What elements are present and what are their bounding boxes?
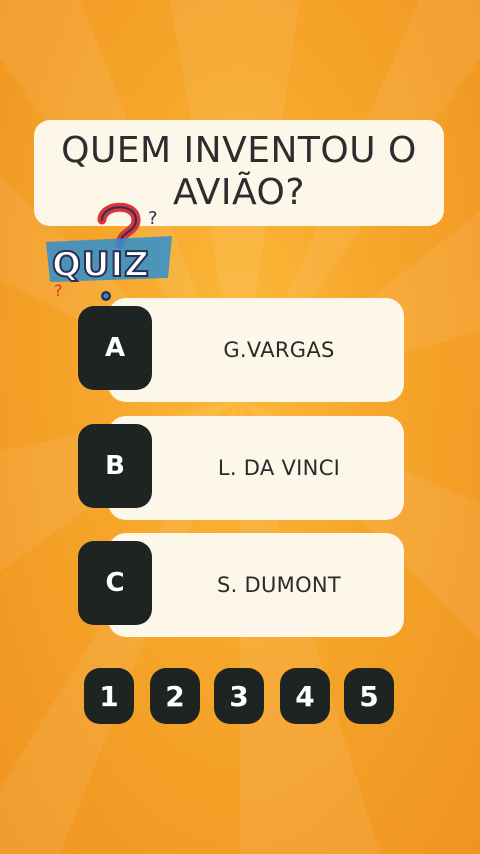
answer-option-a[interactable]: A G.VARGAS: [78, 298, 404, 402]
answer-letter-badge: B: [78, 424, 152, 508]
question-number-3[interactable]: 3: [214, 668, 264, 724]
answer-text: S. DUMONT: [216, 573, 342, 597]
answer-text: G.VARGAS: [223, 338, 335, 362]
quiz-logo-text: QUIZ: [52, 245, 150, 285]
quiz-logo: ? ? QUIZ: [46, 202, 172, 301]
answer-option-c[interactable]: C S. DUMONT: [78, 533, 404, 637]
question-number-4[interactable]: 4: [280, 668, 330, 724]
question-number-2[interactable]: 2: [150, 668, 200, 724]
answer-text: L. DA VINCI: [217, 456, 341, 480]
question-number-1[interactable]: 1: [84, 668, 134, 724]
answer-letter-badge: C: [78, 541, 152, 625]
answer-option-b[interactable]: B L. DA VINCI: [78, 416, 404, 520]
question-line-1: QUEM INVENTOU O: [61, 130, 417, 171]
question-number-row: 12345: [84, 668, 400, 726]
question-number-5[interactable]: 5: [344, 668, 394, 724]
answer-letter-badge: A: [78, 306, 152, 390]
svg-text:?: ?: [148, 208, 158, 229]
